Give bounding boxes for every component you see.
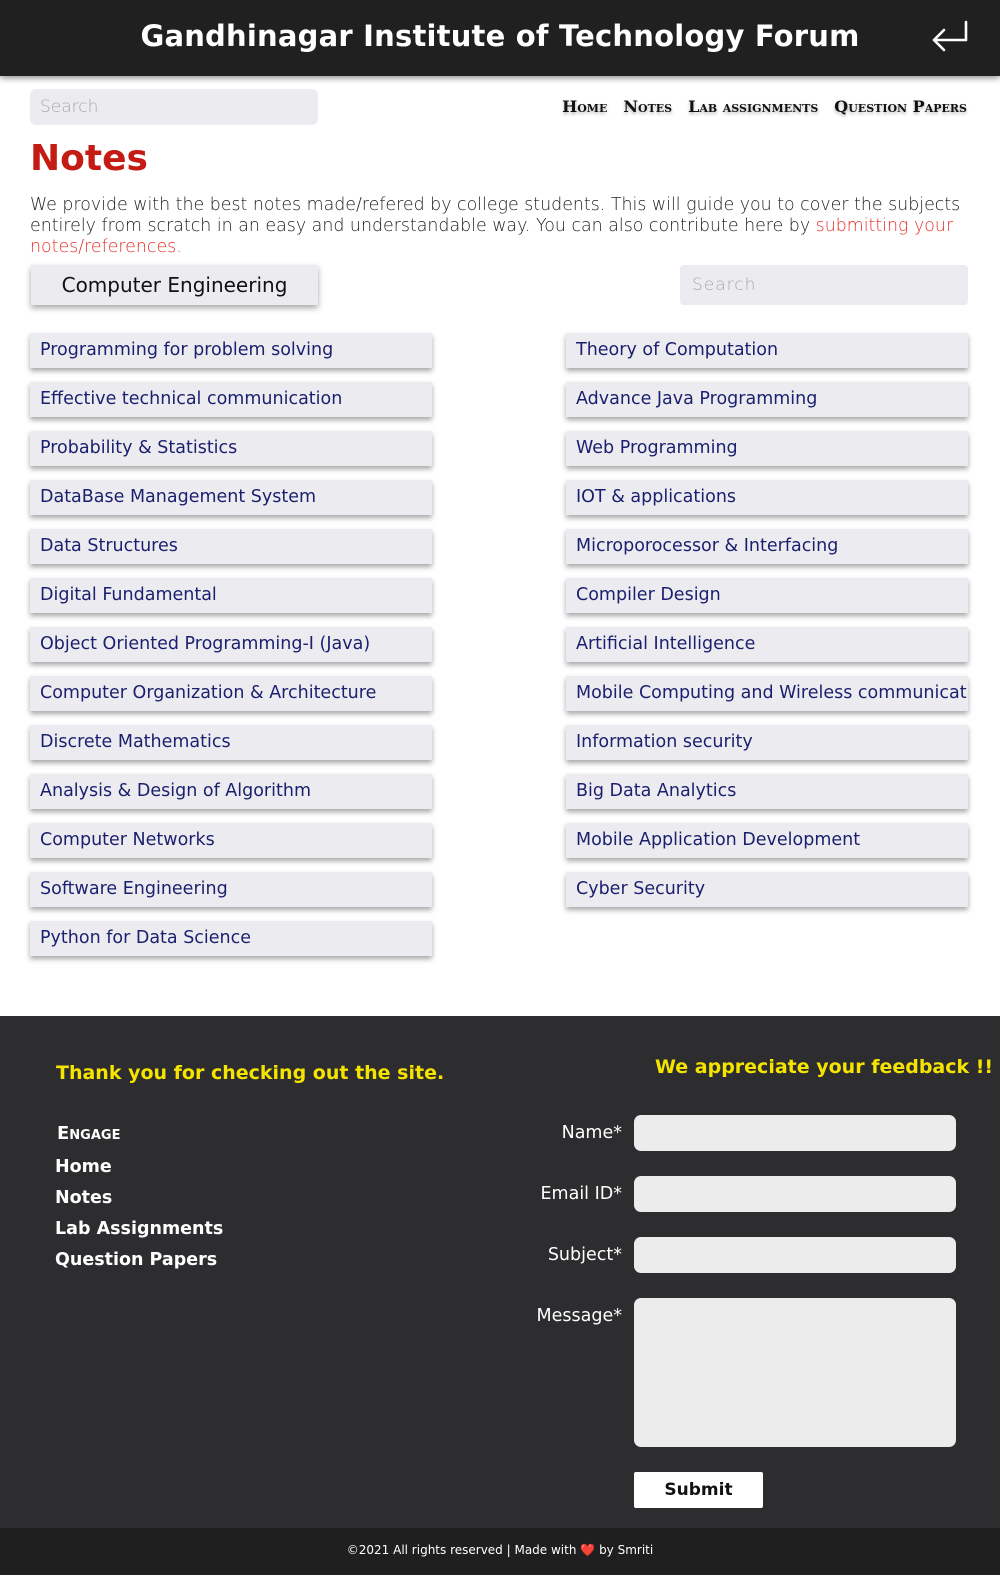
subject-item[interactable]: Effective technical communication bbox=[30, 382, 432, 417]
nav-question-papers[interactable]: Question Papers bbox=[834, 97, 967, 116]
intro-paragraph: We provide with the best notes made/refe… bbox=[30, 195, 975, 258]
top-bar: Gandhinagar Institute of Technology Foru… bbox=[0, 0, 1000, 76]
nav-lab-assignments[interactable]: Lab assignments bbox=[688, 97, 818, 116]
copyright-suffix: by Smriti bbox=[599, 1543, 654, 1557]
return-arrow-icon[interactable] bbox=[928, 18, 972, 58]
subject-field[interactable] bbox=[634, 1237, 956, 1273]
subject-item[interactable]: Computer Organization & Architecture bbox=[30, 676, 432, 711]
subject-item[interactable]: Microporocessor & Interfacing bbox=[566, 529, 968, 564]
heart-icon: ❤️ bbox=[580, 1543, 596, 1557]
engage-links: Home Notes Lab Assignments Question Pape… bbox=[55, 1157, 223, 1281]
footer-link-question-papers[interactable]: Question Papers bbox=[55, 1250, 223, 1281]
email-field[interactable] bbox=[634, 1176, 956, 1212]
subject-item[interactable]: Probability & Statistics bbox=[30, 431, 432, 466]
footer-thanks: Thank you for checking out the site. bbox=[56, 1062, 445, 1084]
subject-item[interactable]: Object Oriented Programming-I (Java) bbox=[30, 627, 432, 662]
search-input[interactable] bbox=[30, 89, 318, 125]
page-title: Notes bbox=[30, 138, 148, 179]
subject-item[interactable]: DataBase Management System bbox=[30, 480, 432, 515]
message-field[interactable] bbox=[634, 1298, 956, 1447]
subject-item[interactable]: Digital Fundamental bbox=[30, 578, 432, 613]
subject-search-input[interactable] bbox=[680, 265, 968, 305]
subject-item[interactable]: Cyber Security bbox=[566, 872, 968, 907]
footer: Thank you for checking out the site. Eng… bbox=[0, 1016, 1000, 1528]
subject-item[interactable]: Programming for problem solving bbox=[30, 333, 432, 368]
subject-item[interactable]: Advance Java Programming bbox=[566, 382, 968, 417]
branch-dropdown-button[interactable]: Computer Engineering bbox=[31, 265, 318, 305]
subject-item[interactable]: Web Programming bbox=[566, 431, 968, 466]
subject-item[interactable]: Data Structures bbox=[30, 529, 432, 564]
submit-button[interactable]: Submit bbox=[634, 1472, 763, 1508]
name-field[interactable] bbox=[634, 1115, 956, 1151]
copyright-bar: ©2021 All rights reserved | Made with ❤️… bbox=[0, 1528, 1000, 1575]
email-label: Email ID* bbox=[540, 1184, 622, 1204]
message-label: Message* bbox=[536, 1306, 622, 1326]
footer-link-lab-assignments[interactable]: Lab Assignments bbox=[55, 1219, 223, 1250]
nav-notes[interactable]: Notes bbox=[623, 97, 672, 116]
name-label: Name* bbox=[561, 1123, 622, 1143]
engage-heading: Engage bbox=[57, 1123, 121, 1144]
subject-item[interactable]: Python for Data Science bbox=[30, 921, 432, 956]
subject-item[interactable]: Information security bbox=[566, 725, 968, 760]
copyright-prefix: ©2021 All rights reserved | Made with bbox=[346, 1543, 577, 1557]
subjects-column-left: Programming for problem solving Effectiv… bbox=[30, 333, 432, 970]
footer-link-home[interactable]: Home bbox=[55, 1157, 223, 1188]
site-title: Gandhinagar Institute of Technology Foru… bbox=[140, 19, 860, 53]
subject-label: Subject* bbox=[547, 1245, 622, 1265]
main-nav: Home Notes Lab assignments Question Pape… bbox=[562, 97, 967, 116]
subject-item[interactable]: Discrete Mathematics bbox=[30, 725, 432, 760]
feedback-heading: We appreciate your feedback !! bbox=[655, 1056, 994, 1078]
subject-item[interactable]: Compiler Design bbox=[566, 578, 968, 613]
subject-item[interactable]: Software Engineering bbox=[30, 872, 432, 907]
subject-item[interactable]: Mobile Application Development bbox=[566, 823, 968, 858]
subjects-column-right: Theory of Computation Advance Java Progr… bbox=[566, 333, 968, 921]
subject-item[interactable]: Mobile Computing and Wireless communicat… bbox=[566, 676, 968, 711]
subject-item[interactable]: Analysis & Design of Algorithm bbox=[30, 774, 432, 809]
subject-item[interactable]: Theory of Computation bbox=[566, 333, 968, 368]
subject-item[interactable]: Big Data Analytics bbox=[566, 774, 968, 809]
copyright-text: ©2021 All rights reserved | Made with ❤️… bbox=[347, 1543, 653, 1557]
nav-home[interactable]: Home bbox=[562, 97, 607, 116]
subject-item[interactable]: Artificial Intelligence bbox=[566, 627, 968, 662]
footer-link-notes[interactable]: Notes bbox=[55, 1188, 223, 1219]
subject-item[interactable]: Computer Networks bbox=[30, 823, 432, 858]
subject-item[interactable]: IOT & applications bbox=[566, 480, 968, 515]
